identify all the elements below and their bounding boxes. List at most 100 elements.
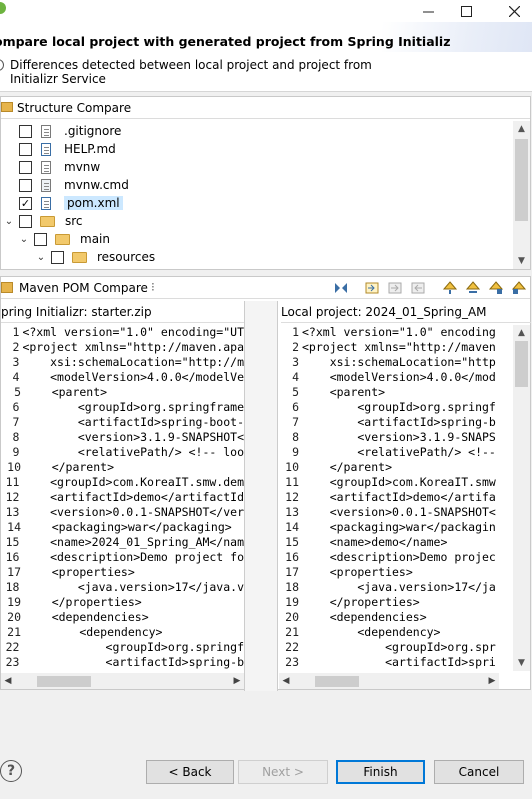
code-text: xsi:schemaLocation="http [302, 355, 496, 369]
chevron-down-icon[interactable]: ⌄ [36, 252, 46, 263]
code-text: <dependency> [24, 625, 163, 639]
code-text: <packaging>war</packaging> [24, 520, 232, 534]
right-code-pane[interactable]: 1 <?xml version="1.0" encoding 2 <project x… [279, 325, 499, 670]
checkbox[interactable] [19, 214, 32, 228]
scroll-up-icon[interactable]: ▲ [513, 325, 530, 341]
code-line: 13 <version>0.0.1-SNAPSHOT< [279, 505, 499, 520]
maven-compare-title: Maven POM Compare [19, 281, 148, 295]
line-number: 14 [285, 520, 299, 534]
tree-item-gitignore[interactable]: .gitignore [19, 122, 121, 140]
tree-item-main[interactable]: ⌄ main [19, 230, 110, 248]
chevron-down-icon[interactable]: ⌄ [19, 234, 29, 245]
checkbox[interactable] [34, 232, 47, 246]
tree-item-pom-xml[interactable]: ✓ pom.xml [19, 194, 123, 212]
line-number: 4 [12, 370, 20, 384]
copy-all-left-icon[interactable] [363, 279, 381, 297]
structure-compare-panel: Structure Compare .gitignore HELP.md mvn… [0, 96, 531, 270]
drag-handle-icon[interactable]: ⁝ [151, 280, 155, 294]
code-text: <groupId>org.springf [22, 640, 244, 654]
code-line: 15 <name>2024_01_Spring_AM</nam [1, 535, 244, 550]
scroll-right-icon[interactable]: ▶ [485, 673, 499, 689]
code-text: <groupId>org.springf [302, 400, 496, 414]
code-text: <groupId>org.springframe [22, 400, 244, 414]
line-number: 15 [5, 535, 20, 549]
checkbox[interactable] [51, 250, 64, 264]
code-line: 1 <?xml version="1.0" encoding="UT [1, 325, 245, 340]
code-text: <artifactId>demo</artifa [302, 490, 496, 504]
help-icon[interactable]: ? [0, 760, 22, 782]
right-horizontal-scrollbar[interactable]: ◀ ▶ [279, 673, 499, 689]
code-text: <packaging>war</packagin [302, 520, 496, 534]
tree-item-resources[interactable]: ⌄ resources [36, 248, 155, 266]
header-message: Differences detected between local proje… [10, 58, 372, 86]
line-number: 19 [7, 595, 21, 609]
finish-button[interactable]: Finish [336, 760, 425, 784]
ignore-whitespace-icon[interactable] [332, 279, 350, 297]
left-horizontal-scrollbar[interactable]: ◀ ▶ [1, 673, 244, 689]
code-text: <relativePath/> <!-- [302, 445, 496, 459]
cancel-button[interactable]: Cancel [434, 760, 524, 784]
line-number: 21 [7, 625, 21, 639]
line-number: 17 [285, 565, 299, 579]
back-button[interactable]: < Back [146, 760, 234, 784]
next-button[interactable]: Next > [238, 760, 328, 784]
code-line: 11 <groupId>com.KoreaIT.smw.dem [1, 475, 244, 490]
diff-gutter [244, 301, 278, 691]
code-line: 11 <groupId>com.KoreaIT.smw [279, 475, 499, 490]
code-line: 14 <packaging>war</packaging> [1, 520, 244, 535]
code-text: <artifactId>spring-b [302, 415, 496, 429]
close-icon[interactable] [498, 0, 530, 22]
code-text: <java.version>17</ja [302, 580, 496, 594]
line-number: 2 [292, 340, 299, 354]
scroll-up-icon[interactable]: ▲ [513, 121, 530, 137]
tree-item-src[interactable]: ⌄ src [4, 212, 83, 230]
left-code-pane[interactable]: 1 <?xml version="1.0" encoding="UT 2 <proje… [1, 325, 244, 670]
scroll-down-icon[interactable]: ▼ [513, 655, 530, 671]
checkbox[interactable] [19, 160, 32, 174]
scroll-thumb[interactable] [315, 676, 359, 687]
line-number: 21 [285, 625, 299, 639]
checkbox[interactable] [19, 142, 32, 156]
code-line: 10 </parent> [1, 460, 244, 475]
line-number: 7 [292, 415, 299, 429]
copy-right-icon[interactable] [386, 279, 404, 297]
checkbox[interactable] [19, 124, 32, 138]
previous-change-icon[interactable] [510, 279, 528, 297]
checkbox[interactable] [19, 178, 32, 192]
code-line: 6 <groupId>org.springframe [1, 400, 245, 415]
chevron-down-icon[interactable]: ⌄ [4, 216, 14, 227]
code-line: 23 <artifactId>spring-b [1, 655, 244, 670]
script-file-icon [41, 178, 51, 192]
tree-item-help-md[interactable]: HELP.md [19, 140, 116, 158]
structure-compare-header: Structure Compare [1, 97, 530, 119]
copy-left-icon[interactable] [409, 279, 427, 297]
scroll-thumb[interactable] [37, 676, 91, 687]
scroll-thumb[interactable] [515, 341, 528, 387]
scroll-left-icon[interactable]: ◀ [279, 673, 293, 689]
right-vertical-scrollbar[interactable]: ▲ ▼ [513, 325, 530, 671]
code-text: <name>2024_01_Spring_AM</nam [22, 535, 244, 549]
checkbox-checked[interactable]: ✓ [19, 196, 32, 210]
line-number: 8 [12, 430, 20, 444]
code-text: <dependency> [302, 625, 441, 639]
tree-item-mvnw-cmd[interactable]: mvnw.cmd [19, 176, 129, 194]
scroll-thumb[interactable] [515, 139, 528, 221]
code-text: <description>Demo project fo [22, 550, 244, 564]
previous-difference-icon[interactable] [464, 279, 482, 297]
scroll-right-icon[interactable]: ▶ [230, 673, 244, 689]
code-line: 22 <groupId>org.springf [1, 640, 244, 655]
scroll-left-icon[interactable]: ◀ [1, 673, 15, 689]
next-change-icon[interactable] [487, 279, 505, 297]
tree-item-mvnw[interactable]: mvnw [19, 158, 100, 176]
tree-vertical-scrollbar[interactable]: ▲ ▼ [513, 121, 530, 269]
scroll-down-icon[interactable]: ▼ [513, 253, 530, 269]
code-line: 22 <groupId>org.spr [279, 640, 499, 655]
line-number: 23 [5, 655, 20, 669]
code-line: 2 <project xmlns="http://maven [279, 340, 499, 355]
structure-compare-title: Structure Compare [17, 100, 132, 115]
minimize-icon[interactable] [412, 0, 444, 22]
next-difference-icon[interactable] [441, 279, 459, 297]
tree-item-label: HELP.md [64, 142, 116, 156]
file-icon [41, 124, 51, 138]
maximize-icon[interactable] [450, 0, 482, 22]
